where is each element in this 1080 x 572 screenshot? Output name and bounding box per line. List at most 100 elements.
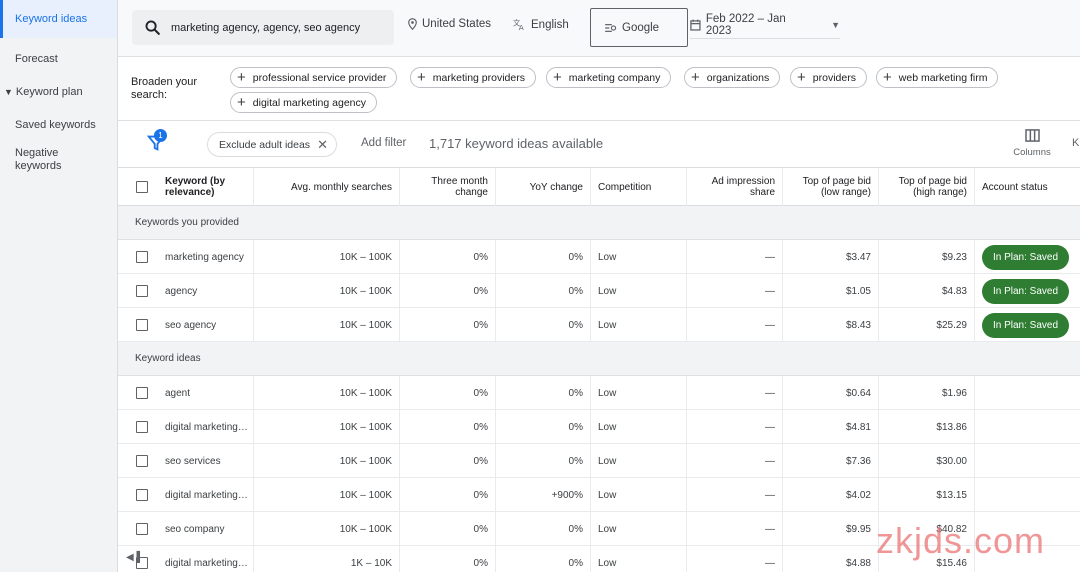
sidebar-item-keyword-ideas[interactable]: Keyword ideas <box>0 0 117 38</box>
three-month-cell: 0% <box>399 274 495 308</box>
header-bid-low[interactable]: Top of page bid (low range) <box>782 168 878 206</box>
competition-cell: Low <box>590 546 686 572</box>
search-icon <box>145 20 160 35</box>
header-competition[interactable]: Competition <box>590 168 686 206</box>
keyword-cell: seo services <box>165 455 221 467</box>
sidebar-item-negative-keywords[interactable]: Negative keywords <box>0 141 80 185</box>
ad-impression-cell: — <box>686 308 782 342</box>
yoy-cell: 0% <box>495 410 590 444</box>
bid-low-cell: $7.36 <box>782 444 878 478</box>
row-checkbox[interactable] <box>136 319 148 331</box>
avg-searches-cell: 10K – 100K <box>253 478 399 512</box>
ad-impression-cell: — <box>686 376 782 410</box>
svg-text:A: A <box>519 23 524 31</box>
table-row[interactable]: digital marketing… 10K – 100K 0% +900% Low — $… <box>118 478 1080 512</box>
ad-impression-cell: — <box>686 274 782 308</box>
three-month-cell: 0% <box>399 308 495 342</box>
sidebar-item-saved-keywords[interactable]: Saved keywords <box>0 108 117 141</box>
competition-cell: Low <box>590 512 686 546</box>
yoy-cell: 0% <box>495 274 590 308</box>
in-plan-saved-badge[interactable]: In Plan: Saved <box>982 245 1069 270</box>
table-row[interactable]: seo services 10K – 100K 0% 0% Low — $7.36 $30.0… <box>118 444 1080 478</box>
header-account-status[interactable]: Account status <box>974 168 1080 206</box>
broaden-chip[interactable]: + providers <box>790 67 867 88</box>
row-checkbox[interactable] <box>136 455 148 467</box>
close-icon[interactable]: ✕ <box>317 137 328 153</box>
chip-label: organizations <box>706 71 770 84</box>
avg-searches-cell: 10K – 100K <box>253 512 399 546</box>
sidebar-item-label: Saved keywords <box>15 118 96 131</box>
language-selector[interactable]: 文A English <box>513 18 569 31</box>
header-avg-searches[interactable]: Avg. monthly searches <box>253 168 399 206</box>
table-row[interactable]: digital marketing… 10K – 100K 0% 0% Low — $4.8… <box>118 410 1080 444</box>
exclude-adult-ideas-chip[interactable]: Exclude adult ideas ✕ <box>207 132 337 157</box>
ad-impression-cell: — <box>686 546 782 572</box>
calendar-icon <box>690 19 701 31</box>
bid-low-cell: $8.43 <box>782 308 878 342</box>
header-keyword[interactable]: Keyword (by relevance) <box>158 168 253 206</box>
yoy-cell: 0% <box>495 546 590 572</box>
plus-icon: + <box>883 69 892 86</box>
keyword-cell: agent <box>165 387 191 399</box>
row-checkbox[interactable] <box>136 523 148 535</box>
chip-label: marketing company <box>568 71 661 84</box>
competition-cell: Low <box>590 410 686 444</box>
competition-cell: Low <box>590 478 686 512</box>
row-checkbox[interactable] <box>136 387 148 399</box>
plus-icon: + <box>691 69 700 86</box>
table-row[interactable]: marketing agency 10K – 100K 0% 0% Low — $3.47 $… <box>118 240 1080 274</box>
row-checkbox[interactable] <box>136 251 148 263</box>
bid-high-cell: $9.23 <box>878 240 974 274</box>
header-yoy[interactable]: YoY change <box>495 168 590 206</box>
table-row[interactable]: seo agency 10K – 100K 0% 0% Low — $8.43 $25.29 I… <box>118 308 1080 342</box>
date-range-selector[interactable]: Feb 2022 – Jan 2023 ▼ <box>690 11 840 39</box>
row-checkbox[interactable] <box>136 489 148 501</box>
sidebar-item-forecast[interactable]: Forecast <box>0 42 117 75</box>
keyword-cell: seo company <box>165 523 225 535</box>
bid-low-cell: $4.02 <box>782 478 878 512</box>
broaden-chip[interactable]: + professional service provider <box>230 67 398 88</box>
location-selector[interactable]: United States <box>408 18 491 30</box>
table-row[interactable]: agent 10K – 100K 0% 0% Low — $0.64 $1.96 <box>118 376 1080 410</box>
in-plan-saved-badge[interactable]: In Plan: Saved <box>982 279 1069 304</box>
keyword-cell: digital marketing… <box>165 421 248 433</box>
plus-icon: + <box>237 69 246 86</box>
ad-impression-cell: — <box>686 512 782 546</box>
translate-icon: 文A <box>513 18 524 31</box>
chip-label: professional service provider <box>252 71 387 84</box>
in-plan-saved-badge[interactable]: In Plan: Saved <box>982 313 1069 338</box>
broaden-chip[interactable]: + organizations <box>684 67 781 88</box>
add-filter-button[interactable]: Add filter <box>361 137 406 149</box>
truncated-toolbar-label: K <box>1072 137 1080 149</box>
top-bar: marketing agency, agency, seo agency Uni… <box>118 0 1080 57</box>
columns-button[interactable]: Columns <box>1010 129 1054 158</box>
broaden-chip[interactable]: + marketing company <box>546 67 672 88</box>
broaden-chip[interactable]: + marketing providers <box>410 67 536 88</box>
scroll-left-icon[interactable]: ◀ ▌ <box>126 552 144 563</box>
yoy-cell: 0% <box>495 444 590 478</box>
header-ad-impression[interactable]: Ad impression share <box>686 168 782 206</box>
competition-cell: Low <box>590 308 686 342</box>
ad-impression-cell: — <box>686 444 782 478</box>
table-header: Keyword (by relevance) Avg. monthly sear… <box>118 168 1080 206</box>
bid-high-cell: $25.29 <box>878 308 974 342</box>
broaden-label: Broaden your search: <box>131 76 198 101</box>
avg-searches-cell: 10K – 100K <box>253 240 399 274</box>
table-row[interactable]: agency 10K – 100K 0% 0% Low — $1.05 $4.83 In Pla… <box>118 274 1080 308</box>
broaden-chip[interactable]: + digital marketing agency <box>230 92 377 113</box>
account-status-cell <box>974 376 1080 410</box>
three-month-cell: 0% <box>399 410 495 444</box>
sidebar-item-label: Negative keywords <box>15 147 62 172</box>
header-bid-high[interactable]: Top of page bid (high range) <box>878 168 974 206</box>
account-status-cell <box>974 478 1080 512</box>
sidebar-item-keyword-plan[interactable]: ▼ Keyword plan <box>0 75 117 108</box>
network-selector[interactable]: Google <box>590 8 688 47</box>
row-checkbox[interactable] <box>136 285 148 297</box>
header-three-month[interactable]: Three month change <box>399 168 495 206</box>
keyword-cell: agency <box>165 285 198 297</box>
search-input[interactable]: marketing agency, agency, seo agency <box>132 10 394 45</box>
row-checkbox[interactable] <box>136 421 148 433</box>
filter-bar: 1 Exclude adult ideas ✕ Add filter 1,717… <box>118 121 1080 168</box>
broaden-chip[interactable]: + web marketing firm <box>876 67 999 88</box>
select-all-checkbox[interactable] <box>136 181 148 193</box>
